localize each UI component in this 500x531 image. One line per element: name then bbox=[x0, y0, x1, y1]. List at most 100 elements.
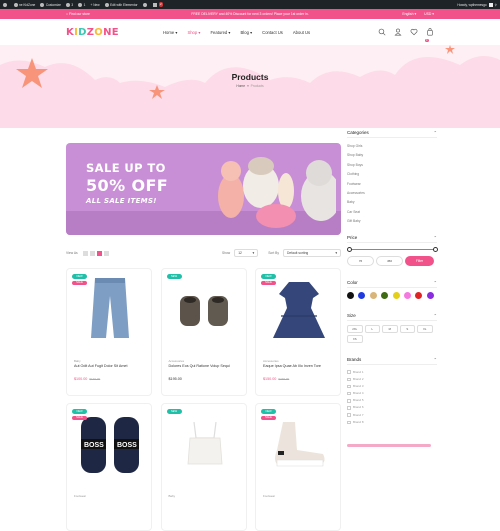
product-image[interactable] bbox=[73, 275, 147, 345]
product-category[interactable]: Baby bbox=[169, 494, 176, 498]
brand-filter[interactable]: Brand 8 bbox=[347, 419, 437, 426]
category-link[interactable]: Clothing bbox=[347, 170, 437, 179]
color-swatch[interactable] bbox=[381, 291, 389, 299]
color-swatch[interactable] bbox=[415, 291, 423, 299]
view-4-columns-button[interactable] bbox=[96, 250, 102, 256]
search-icon[interactable]: ⚲ bbox=[495, 3, 497, 7]
admin-bar-new[interactable]: + New bbox=[90, 3, 99, 7]
price-min-handle[interactable] bbox=[346, 247, 352, 253]
nav-about[interactable]: About Us bbox=[293, 30, 310, 35]
admin-bar-customize[interactable]: Customize bbox=[40, 2, 61, 7]
category-link[interactable]: Baby bbox=[347, 198, 437, 207]
color-swatch[interactable] bbox=[369, 291, 377, 299]
color-swatch[interactable] bbox=[347, 291, 354, 299]
brand-checkbox[interactable] bbox=[347, 384, 351, 389]
language-selector[interactable]: English ▾ bbox=[402, 12, 416, 16]
product-category[interactable]: Baby bbox=[74, 359, 81, 363]
brands-header[interactable]: Brands ⌃ bbox=[347, 355, 437, 365]
product-image[interactable] bbox=[262, 410, 336, 480]
user-icon[interactable] bbox=[394, 28, 402, 36]
brand-checkbox[interactable] bbox=[347, 391, 351, 396]
nav-home[interactable]: Home ▾ bbox=[163, 30, 177, 35]
category-link[interactable]: Car Seat bbox=[347, 208, 437, 217]
search-icon[interactable] bbox=[378, 28, 386, 36]
avatar[interactable] bbox=[488, 2, 493, 7]
product-title[interactable]: Aut Odit Aut Fugit Dolor Sit Amet bbox=[74, 364, 146, 369]
color-swatch[interactable] bbox=[358, 291, 366, 299]
brand-checkbox[interactable] bbox=[347, 406, 351, 410]
size-option[interactable]: 2XL bbox=[347, 324, 363, 333]
product-category[interactable]: Footwear bbox=[74, 494, 86, 498]
category-link[interactable]: Shop Baby bbox=[347, 151, 437, 160]
price-max-handle[interactable] bbox=[432, 247, 438, 253]
admin-bar-updates[interactable]: 3 bbox=[65, 2, 73, 7]
price-header[interactable]: Price ⌃ bbox=[347, 233, 437, 243]
price-range-slider[interactable] bbox=[346, 247, 438, 253]
size-option[interactable]: S bbox=[399, 324, 415, 333]
size-header[interactable]: Size ⌃ bbox=[347, 311, 437, 321]
breadcrumb-home[interactable]: Home bbox=[236, 84, 245, 88]
nav-featured[interactable]: Featured ▾ bbox=[210, 30, 230, 35]
nav-blog[interactable]: Blog ▾ bbox=[241, 30, 253, 35]
price-min-input[interactable]: 76 bbox=[347, 255, 374, 266]
nav-contact[interactable]: Contact Us bbox=[262, 30, 283, 35]
product-card[interactable]: NEW Baby bbox=[160, 403, 247, 531]
view-2-columns-button[interactable] bbox=[82, 250, 88, 256]
wishlist-heart-icon[interactable] bbox=[410, 28, 418, 36]
brand-checkbox[interactable] bbox=[347, 377, 351, 382]
product-card[interactable]: NEW SALE Accessories Eaque Ipsa Quae Ab I… bbox=[255, 268, 341, 396]
site-logo[interactable]: KIDZONE bbox=[66, 27, 161, 38]
color-swatch[interactable] bbox=[403, 291, 411, 299]
brand-filter[interactable]: Brand 4 bbox=[347, 390, 437, 397]
product-category[interactable]: Footwear bbox=[263, 494, 275, 498]
product-card[interactable]: NEW SALE Baby Aut Odit Aut Fugit Dolor Si… bbox=[66, 268, 152, 396]
product-image[interactable]: BOSS BOSS bbox=[73, 410, 147, 480]
brand-checkbox[interactable] bbox=[347, 420, 351, 425]
brand-checkbox[interactable] bbox=[347, 413, 351, 417]
brand-filter[interactable]: Brand 7 bbox=[347, 412, 437, 419]
product-card[interactable]: NEW SALE Footwear bbox=[255, 403, 341, 531]
brand-filter[interactable]: Brand 6 bbox=[347, 404, 437, 411]
categories-header[interactable]: Categories ⌃ bbox=[347, 128, 437, 138]
admin-bar-site[interactable]: ne KidZone bbox=[13, 2, 35, 7]
admin-bar-comments[interactable]: 1 bbox=[78, 2, 85, 7]
show-count-select[interactable]: 12 ▾ bbox=[234, 249, 259, 257]
product-image[interactable] bbox=[262, 275, 336, 345]
admin-bar-puzzle[interactable] bbox=[142, 2, 149, 7]
category-link[interactable]: Gift Baby bbox=[347, 217, 437, 226]
size-option[interactable]: XS bbox=[347, 334, 363, 343]
category-link[interactable]: Footwear bbox=[347, 180, 437, 189]
view-list-button[interactable] bbox=[103, 250, 109, 256]
view-3-columns-button[interactable] bbox=[89, 250, 95, 256]
brand-checkbox[interactable] bbox=[347, 399, 351, 403]
category-link[interactable]: Shop Girls bbox=[347, 142, 437, 151]
size-option[interactable]: XL bbox=[417, 324, 433, 333]
size-option[interactable]: M bbox=[382, 324, 398, 333]
admin-bar-elementor[interactable]: Edit with Elementor bbox=[104, 2, 138, 7]
product-image[interactable] bbox=[168, 410, 242, 480]
sale-banner[interactable]: SALE UP TO 50% OFF ALL SALE ITEMS! bbox=[66, 143, 341, 235]
brand-filter[interactable]: Brand 1 bbox=[347, 369, 437, 376]
filter-button[interactable]: Filter bbox=[405, 255, 434, 266]
admin-bar-wordpress[interactable] bbox=[3, 2, 9, 7]
product-title[interactable]: Eaque Ipsa Quae Ab Illo Inven Tore bbox=[263, 364, 335, 369]
product-card[interactable]: NEW Accessories Dolores Eos Qui Ratione … bbox=[160, 268, 247, 396]
nav-shop[interactable]: Shop ▾ bbox=[187, 30, 200, 35]
currency-selector[interactable]: USD ▾ bbox=[424, 12, 434, 16]
product-image[interactable] bbox=[168, 275, 242, 345]
brand-filter[interactable]: Brand 5 bbox=[347, 397, 437, 404]
cart-button[interactable]: 0 bbox=[425, 23, 434, 42]
size-option[interactable]: L bbox=[364, 324, 380, 333]
product-title[interactable]: Dolores Eos Qui Ratione Volup Sequi bbox=[169, 364, 241, 369]
sort-select[interactable]: Default sorting ▾ bbox=[283, 249, 341, 257]
admin-bar-plugin[interactable]: 2 bbox=[153, 2, 164, 7]
category-link[interactable]: Shop Boys bbox=[347, 161, 437, 170]
brand-filter[interactable]: Brand 3 bbox=[347, 383, 437, 390]
product-category[interactable]: Accessories bbox=[263, 359, 279, 363]
brand-checkbox[interactable] bbox=[347, 370, 351, 374]
color-header[interactable]: Color ⌃ bbox=[347, 278, 437, 288]
price-max-input[interactable]: 450 bbox=[376, 255, 403, 266]
color-swatch[interactable] bbox=[392, 291, 400, 299]
color-swatch[interactable] bbox=[426, 291, 434, 299]
product-category[interactable]: Accessories bbox=[169, 359, 185, 363]
